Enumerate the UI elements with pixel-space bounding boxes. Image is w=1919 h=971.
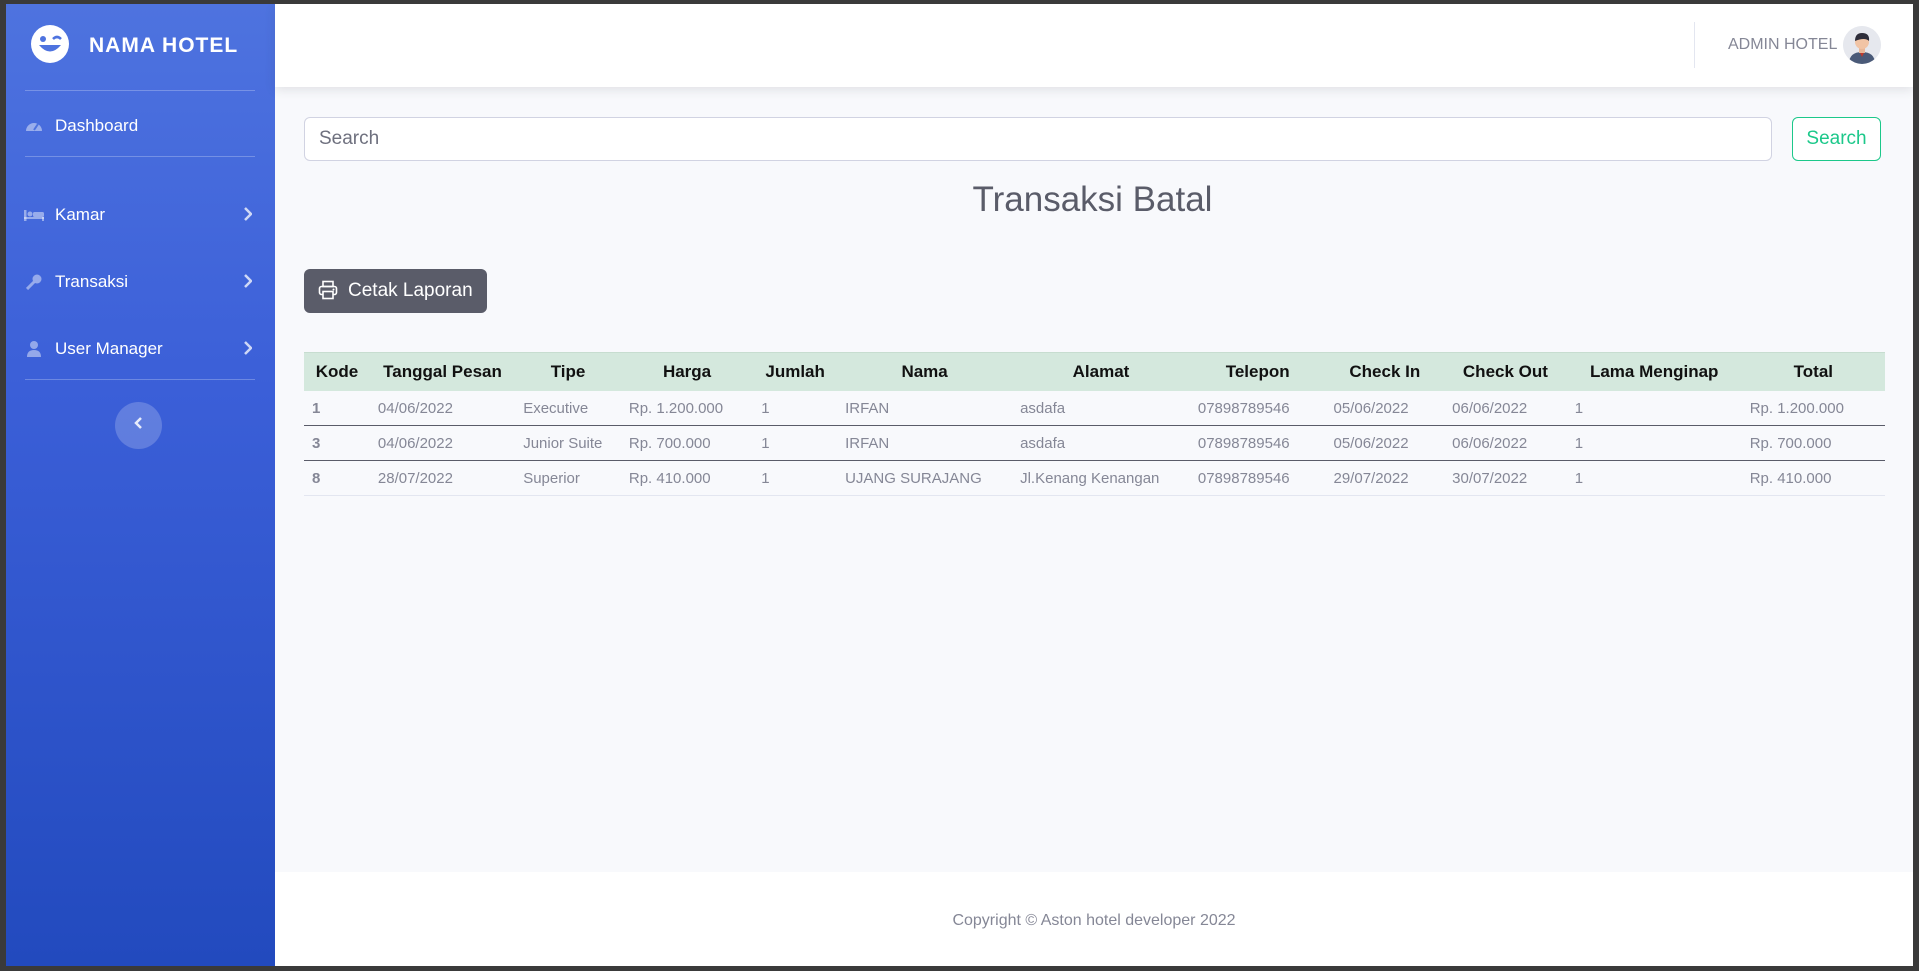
cell-jumlah: 1: [753, 425, 838, 461]
cell-tanggal-pesan: 28/07/2022: [369, 460, 516, 496]
col-header-nama: Nama: [837, 352, 1013, 391]
table-row: 3 04/06/2022 Junior Suite Rp. 700.000 1 …: [304, 425, 1885, 461]
col-header-check-in: Check In: [1325, 352, 1445, 391]
chevron-right-icon: [243, 207, 253, 226]
app-window: NAMA HOTEL Dashboard Kamar Transaksi Use…: [6, 4, 1913, 966]
page-title: Transaksi Batal: [972, 180, 1213, 219]
cell-nama: IRFAN: [837, 425, 1013, 461]
cell-harga: Rp. 700.000: [620, 425, 754, 461]
col-header-check-out: Check Out: [1444, 352, 1567, 391]
cell-check-out: 30/07/2022: [1444, 460, 1567, 496]
brand[interactable]: NAMA HOTEL: [6, 4, 275, 90]
copyright-text: Copyright © Aston hotel developer 2022: [952, 912, 1236, 929]
col-header-tipe: Tipe: [515, 352, 621, 391]
cell-kode: 8: [304, 460, 370, 496]
cell-check-out: 06/06/2022: [1444, 425, 1567, 461]
laugh-wink-icon: [30, 24, 70, 64]
cell-lama-menginap: 1: [1566, 425, 1742, 461]
bed-icon: [24, 205, 44, 225]
chevron-right-icon: [243, 274, 253, 293]
cell-harga: Rp. 1.200.000: [620, 391, 754, 426]
sidebar-divider: [25, 156, 255, 157]
avatar[interactable]: [1843, 26, 1881, 64]
table-row: 1 04/06/2022 Executive Rp. 1.200.000 1 I…: [304, 391, 1885, 426]
cell-check-out: 06/06/2022: [1444, 391, 1567, 426]
transactions-table: Kode Tanggal Pesan Tipe Harga Jumlah Nam…: [304, 352, 1885, 496]
cell-total: Rp. 410.000: [1741, 460, 1885, 496]
topbar: ADMIN HOTEL: [275, 4, 1913, 87]
cell-jumlah: 1: [753, 391, 838, 426]
cell-telepon: 07898789546: [1189, 391, 1326, 426]
print-icon: [318, 280, 338, 305]
cell-tipe: Superior: [515, 460, 621, 496]
cell-jumlah: 1: [753, 460, 838, 496]
chevron-right-icon: [243, 341, 253, 360]
cell-nama: UJANG SURAJANG: [837, 460, 1013, 496]
topbar-divider: [1694, 22, 1695, 68]
cell-check-in: 05/06/2022: [1325, 391, 1445, 426]
col-header-jumlah: Jumlah: [753, 352, 838, 391]
col-header-lama-menginap: Lama Menginap: [1566, 352, 1742, 391]
sidebar-item-kamar[interactable]: Kamar: [6, 195, 275, 235]
sidebar-item-label: Dashboard: [55, 116, 139, 135]
table-header-row: Kode Tanggal Pesan Tipe Harga Jumlah Nam…: [304, 352, 1885, 391]
col-header-alamat: Alamat: [1012, 352, 1190, 391]
cell-tanggal-pesan: 04/06/2022: [369, 425, 516, 461]
sidebar-item-label: Transaksi: [55, 272, 129, 291]
col-header-total: Total: [1741, 352, 1885, 391]
cell-lama-menginap: 1: [1566, 460, 1742, 496]
sidebar-item-user-manager[interactable]: User Manager: [6, 329, 275, 369]
cell-total: Rp. 1.200.000: [1741, 391, 1885, 426]
cell-kode: 3: [304, 425, 370, 461]
brand-name: NAMA HOTEL: [89, 34, 239, 57]
cell-nama: IRFAN: [837, 391, 1013, 426]
sidebar-item-transaksi[interactable]: Transaksi: [6, 262, 275, 302]
col-header-kode: Kode: [304, 352, 370, 391]
sidebar-item-label: Kamar: [55, 205, 106, 224]
sidebar: NAMA HOTEL Dashboard Kamar Transaksi Use…: [6, 4, 275, 966]
key-icon: [24, 272, 44, 292]
sidebar-item-label: User Manager: [55, 339, 163, 358]
col-header-harga: Harga: [620, 352, 754, 391]
cell-alamat: Jl.Kenang Kenangan: [1012, 460, 1190, 496]
sidebar-divider: [25, 379, 255, 380]
col-header-tanggal-pesan: Tanggal Pesan: [369, 352, 516, 391]
footer: Copyright © Aston hotel developer 2022: [275, 872, 1913, 966]
cell-alamat: asdafa: [1012, 425, 1190, 461]
print-report-button[interactable]: Cetak Laporan: [304, 269, 487, 313]
search-input[interactable]: [304, 117, 1772, 161]
user-name[interactable]: ADMIN HOTEL: [1728, 36, 1837, 54]
cell-lama-menginap: 1: [1566, 391, 1742, 426]
cell-tipe: Junior Suite: [515, 425, 621, 461]
cell-kode: 1: [304, 391, 370, 426]
col-header-telepon: Telepon: [1189, 352, 1326, 391]
cell-check-in: 05/06/2022: [1325, 425, 1445, 461]
cell-tanggal-pesan: 04/06/2022: [369, 391, 516, 426]
tachometer-icon: [24, 116, 44, 136]
search-button[interactable]: Search: [1792, 117, 1881, 161]
cell-telepon: 07898789546: [1189, 425, 1326, 461]
user-icon: [24, 339, 44, 359]
cell-telepon: 07898789546: [1189, 460, 1326, 496]
cell-check-in: 29/07/2022: [1325, 460, 1445, 496]
print-report-label: Cetak Laporan: [348, 280, 473, 301]
sidebar-item-dashboard[interactable]: Dashboard: [6, 106, 275, 146]
sidebar-divider: [25, 90, 255, 91]
chevron-left-icon: [133, 416, 144, 435]
sidebar-toggle-button[interactable]: [115, 402, 162, 449]
cell-tipe: Executive: [515, 391, 621, 426]
cell-alamat: asdafa: [1012, 391, 1190, 426]
cell-total: Rp. 700.000: [1741, 425, 1885, 461]
cell-harga: Rp. 410.000: [620, 460, 754, 496]
table-row: 8 28/07/2022 Superior Rp. 410.000 1 UJAN…: [304, 460, 1885, 496]
